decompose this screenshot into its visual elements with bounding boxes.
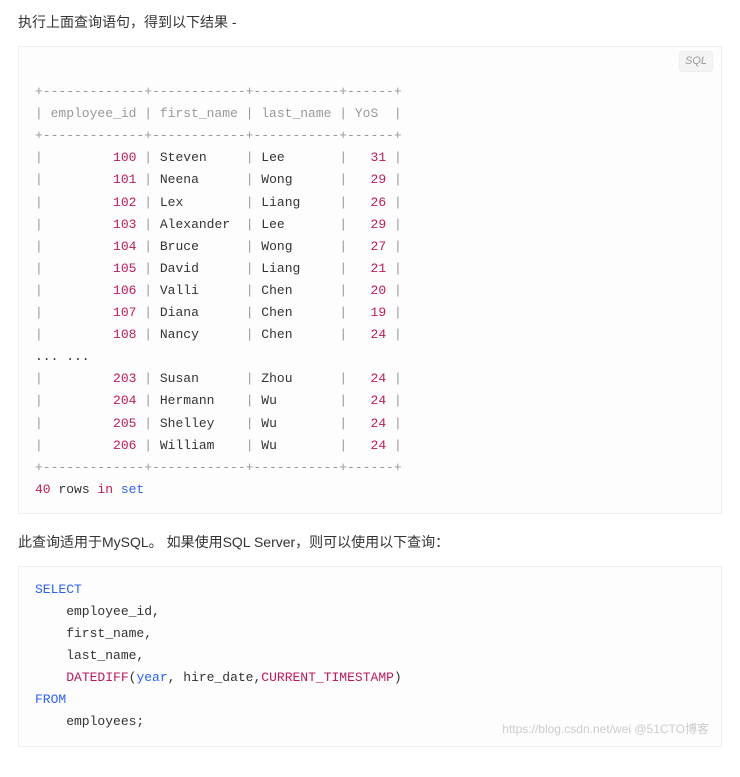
middle-text: 此查询适用于MySQL。 如果使用SQL Server，则可以使用以下查询：	[18, 532, 722, 552]
table-output: +-------------+------------+-----------+…	[35, 84, 402, 497]
language-badge: SQL	[679, 51, 713, 72]
sql-output: SELECT employee_id, first_name, last_nam…	[35, 582, 402, 730]
sql-code-block: SELECT employee_id, first_name, last_nam…	[18, 566, 722, 747]
watermark-text: https://blog.csdn.net/wei @51CTO博客	[502, 719, 709, 739]
intro-text: 执行上面查询语句，得到以下结果 -	[18, 12, 722, 32]
result-code-block: SQL +-------------+------------+---------…	[18, 46, 722, 514]
